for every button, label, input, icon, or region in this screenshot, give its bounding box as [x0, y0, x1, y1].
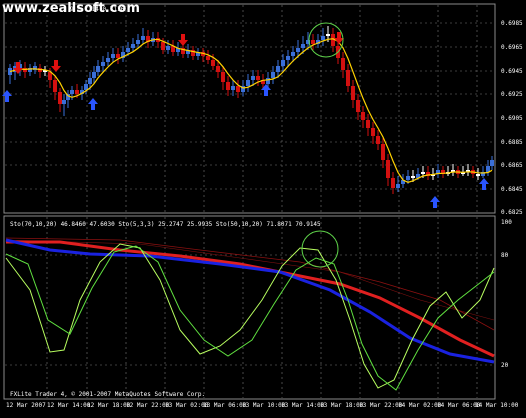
chart-window[interactable]: www.zeallsoft.com 9 0.7114 0.7116 Sto(70…: [0, 0, 526, 418]
price-panel-border: [3, 3, 496, 214]
up-arrow-icon: [88, 98, 98, 110]
candle-body: [88, 78, 92, 84]
candle-body: [70, 90, 74, 94]
candle-body: [206, 56, 210, 60]
candle-body: [396, 184, 400, 188]
price-label: 0.6925: [501, 91, 523, 98]
price-label: 0.6865: [501, 162, 523, 169]
candle-body: [356, 100, 360, 112]
candle-body: [406, 176, 410, 180]
candle-body: [381, 144, 385, 160]
price-label: 0.6885: [501, 139, 523, 146]
candle-body: [276, 66, 280, 72]
candle-body: [490, 160, 494, 166]
candle-body: [58, 92, 62, 104]
gridlines: [5, 5, 494, 398]
signal-arrows: [2, 32, 489, 208]
time-label: 12 Mar 14:00: [47, 402, 91, 409]
candle-body: [116, 54, 120, 58]
candle-body: [286, 56, 290, 60]
price-label: 0.6945: [501, 68, 523, 75]
time-label: 13 Mar 02:00: [165, 402, 209, 409]
time-label: 13 Mar 14:00: [281, 402, 325, 409]
candlesticks: [8, 26, 494, 194]
candle-body: [53, 80, 57, 92]
price-label: 0.6845: [501, 186, 523, 193]
time-label: 14 Mar 02:00: [398, 402, 442, 409]
candle-body: [236, 86, 240, 92]
candle-body: [246, 80, 250, 86]
candle-body: [281, 60, 285, 66]
candle-body: [141, 36, 145, 40]
candle-body: [391, 178, 395, 188]
stochastic-lines: [5, 237, 495, 391]
indicator-info: Sto(70,10,20) 46.8460 47.6030 Sto(5,3,3)…: [10, 221, 321, 228]
candle-body: [256, 76, 260, 80]
candle-body: [311, 40, 315, 44]
time-label: 13 Mar 06:00: [203, 402, 247, 409]
candle-body: [216, 66, 220, 72]
candle-body: [411, 176, 415, 178]
down-arrow-icon: [51, 60, 61, 72]
candle-body: [296, 48, 300, 52]
down-arrow-icon: [178, 34, 188, 46]
time-label: 12 Mar 22:00: [126, 402, 170, 409]
time-label: 14 Mar 06:00: [437, 402, 481, 409]
time-label: 12 Mar 2007: [6, 402, 46, 409]
candle-body: [161, 42, 165, 50]
up-arrow-icon: [479, 178, 489, 190]
candle-body: [341, 58, 345, 70]
candle-body: [231, 86, 235, 90]
candle-body: [131, 44, 135, 48]
price-label: 0.6965: [501, 44, 523, 51]
candle-body: [291, 52, 295, 56]
candle-body: [211, 60, 215, 66]
candle-body: [371, 128, 375, 136]
time-label: 12 Mar 18:00: [87, 402, 131, 409]
time-label: 13 Mar 22:00: [359, 402, 403, 409]
candle-body: [271, 72, 275, 78]
candle-body: [301, 44, 305, 48]
candle-body: [376, 136, 380, 144]
candle-body: [421, 172, 425, 174]
candle-body: [321, 36, 325, 40]
candle-body: [266, 78, 270, 84]
indicator-level-label: 20: [501, 362, 509, 369]
candle-body: [476, 174, 480, 176]
candle-body: [346, 70, 350, 86]
price-chart-canvas[interactable]: [0, 0, 526, 418]
price-label: 0.6905: [501, 115, 523, 122]
copyright-text: FXLite Trader 4, © 2001-2007 MetaQuotes …: [10, 391, 206, 398]
candle-body: [226, 82, 230, 90]
moving-average: [9, 38, 493, 183]
candle-body: [221, 72, 225, 82]
candle-body: [136, 40, 140, 44]
up-arrow-icon: [430, 196, 440, 208]
candle-body: [366, 120, 370, 128]
moving-average-line: [9, 38, 493, 183]
time-label: 13 Mar 10:00: [242, 402, 286, 409]
price-label: 0.6825: [501, 209, 523, 216]
indicator-level-label: 100: [501, 219, 512, 226]
candle-body: [111, 54, 115, 58]
candle-body: [386, 160, 390, 178]
candle-body: [92, 72, 96, 78]
candle-body: [75, 90, 79, 94]
candle-body: [101, 62, 105, 66]
symbol-readout: 9 0.7114 0.7116: [70, 6, 125, 13]
indicator-level-label: 80: [501, 252, 509, 259]
candle-body: [62, 100, 66, 104]
candle-body: [351, 86, 355, 100]
time-label: 14 Mar 10:00: [475, 402, 519, 409]
candle-body: [106, 58, 110, 62]
candle-body: [126, 48, 130, 52]
candle-body: [96, 66, 100, 72]
candle-body: [251, 76, 255, 80]
time-label: 13 Mar 18:00: [320, 402, 364, 409]
price-label: 0.6985: [501, 20, 523, 27]
candle-body: [326, 34, 330, 36]
candle-body: [166, 46, 170, 50]
candle-body: [361, 112, 365, 120]
